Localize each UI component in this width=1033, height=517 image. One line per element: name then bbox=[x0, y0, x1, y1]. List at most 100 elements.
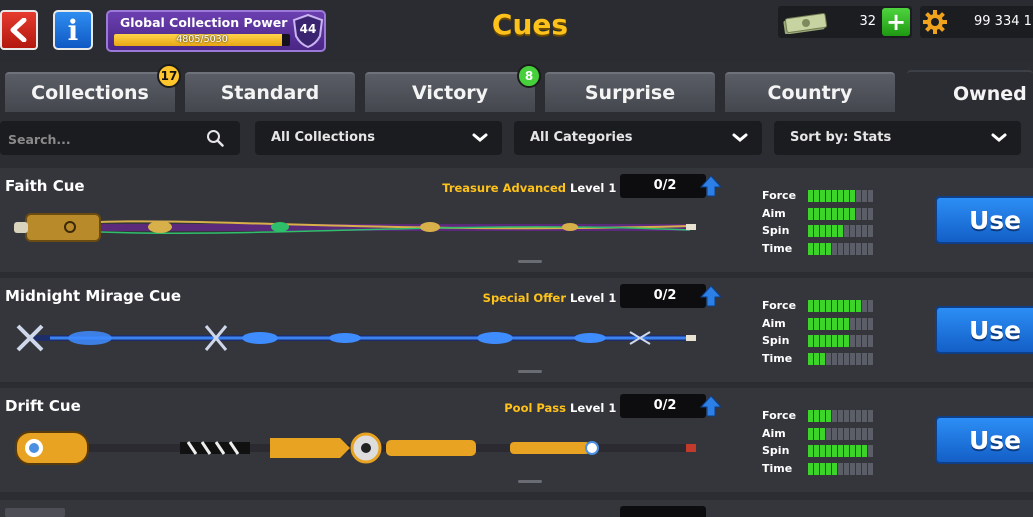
stat-segment bbox=[808, 352, 813, 365]
cue-image bbox=[15, 431, 696, 465]
stat-segment bbox=[856, 190, 861, 202]
stat-segment bbox=[826, 207, 831, 220]
stat-segment bbox=[808, 335, 813, 347]
use-button[interactable]: Use bbox=[935, 306, 1033, 354]
stat-time: Time bbox=[762, 461, 882, 479]
add-cash-button[interactable]: + bbox=[882, 8, 910, 36]
cue-row[interactable]: Drift Cue Pool Pass Level 1 0/2 Force Aim… bbox=[0, 388, 1033, 492]
upgrade-arrow-icon[interactable] bbox=[699, 284, 723, 308]
stat-bar bbox=[808, 462, 873, 475]
stat-segment bbox=[856, 242, 861, 255]
cue-name: Faith Cue bbox=[5, 177, 85, 195]
stat-segment bbox=[814, 410, 819, 422]
stat-segment bbox=[844, 242, 849, 255]
back-button[interactable] bbox=[0, 10, 38, 50]
cue-row[interactable]: Faith Cue Treasure Advanced Level 1 0/2 … bbox=[0, 168, 1033, 272]
stat-segment bbox=[814, 190, 819, 202]
stat-segment bbox=[868, 462, 873, 475]
stat-segment bbox=[820, 335, 825, 347]
stat-segment bbox=[856, 225, 861, 237]
list-item-partial bbox=[0, 500, 1033, 517]
stat-segment bbox=[862, 410, 867, 422]
stat-segment bbox=[814, 242, 819, 255]
stat-label: Time bbox=[762, 461, 793, 475]
upgrade-progress-value: 0/2 bbox=[653, 178, 677, 193]
stat-segment bbox=[844, 410, 849, 422]
stat-segment bbox=[862, 225, 867, 237]
stat-label: Aim bbox=[762, 426, 786, 440]
tab-surprise[interactable]: Surprise bbox=[545, 72, 715, 112]
upgrade-arrow-icon[interactable] bbox=[699, 174, 723, 198]
cue-image bbox=[16, 324, 696, 352]
collection-power-panel[interactable]: Global Collection Power 4805/5030 44 bbox=[106, 10, 326, 52]
search-icon[interactable] bbox=[206, 129, 224, 147]
coins-counter[interactable]: 99 334 1 bbox=[920, 6, 1033, 38]
tab-label: Standard bbox=[220, 82, 320, 104]
stat-bar bbox=[808, 317, 873, 330]
stat-segment bbox=[832, 300, 837, 312]
dropdown-value: All Categories bbox=[530, 130, 633, 145]
drag-handle bbox=[518, 480, 542, 483]
stat-label: Time bbox=[762, 351, 793, 365]
tab-victory[interactable]: Victory bbox=[365, 72, 535, 112]
use-button[interactable]: Use bbox=[935, 416, 1033, 464]
upgrade-arrow-icon[interactable] bbox=[699, 394, 723, 418]
info-button[interactable]: i bbox=[53, 10, 93, 50]
sort-dropdown[interactable]: Sort by: Stats bbox=[774, 121, 1021, 155]
stat-segment bbox=[826, 462, 831, 475]
use-button-label: Use bbox=[969, 205, 1022, 235]
filter-bar: All Collections All Categories Sort by: … bbox=[0, 116, 1033, 162]
search-input[interactable] bbox=[6, 126, 200, 152]
collections-dropdown[interactable]: All Collections bbox=[255, 121, 502, 155]
stat-segment bbox=[868, 335, 873, 347]
stat-segment bbox=[820, 207, 825, 220]
stat-segment bbox=[856, 427, 861, 440]
categories-dropdown[interactable]: All Categories bbox=[514, 121, 762, 155]
tab-owned[interactable]: Owned bbox=[907, 70, 1033, 116]
stat-segment bbox=[868, 410, 873, 422]
search-box bbox=[0, 121, 240, 155]
tab-collections[interactable]: Collections bbox=[5, 72, 175, 112]
cue-level: Level 1 bbox=[570, 291, 617, 305]
stat-segment bbox=[814, 207, 819, 220]
stat-label: Force bbox=[762, 189, 797, 202]
stat-segment bbox=[832, 317, 837, 330]
notification-badge: 17 bbox=[157, 64, 181, 88]
coins-amount: 99 334 1 bbox=[974, 14, 1032, 29]
stat-spin: Spin bbox=[762, 223, 882, 241]
stat-segment bbox=[856, 335, 861, 347]
cue-stats: Force Aim Spin Time bbox=[762, 188, 882, 258]
stat-segment bbox=[820, 317, 825, 330]
stat-segment bbox=[832, 225, 837, 237]
top-bar: i Global Collection Power 4805/5030 44 C… bbox=[0, 0, 1033, 62]
stat-segment bbox=[814, 300, 819, 312]
stat-segment bbox=[814, 445, 819, 457]
stat-segment bbox=[826, 427, 831, 440]
stat-segment bbox=[832, 445, 837, 457]
upgrade-progress: 0/2 bbox=[620, 394, 706, 418]
stat-label: Force bbox=[762, 409, 797, 422]
stat-segment bbox=[850, 225, 855, 237]
tab-standard[interactable]: Standard bbox=[185, 72, 355, 112]
stat-segment bbox=[856, 300, 861, 312]
stat-segment bbox=[832, 352, 837, 365]
collection-power-bar: 4805/5030 bbox=[114, 34, 290, 46]
stat-time: Time bbox=[762, 351, 882, 369]
stat-aim: Aim bbox=[762, 316, 882, 334]
stat-segment bbox=[826, 410, 831, 422]
tab-country[interactable]: Country bbox=[725, 72, 895, 112]
stat-segment bbox=[826, 335, 831, 347]
stat-bar bbox=[808, 242, 873, 255]
stat-label: Spin bbox=[762, 224, 790, 237]
use-button[interactable]: Use bbox=[935, 196, 1033, 244]
stat-segment bbox=[850, 242, 855, 255]
stat-segment bbox=[808, 445, 813, 457]
stat-segment bbox=[814, 462, 819, 475]
stat-force: Force bbox=[762, 298, 882, 316]
cash-counter[interactable]: 32 + bbox=[778, 6, 912, 38]
cue-row[interactable]: Midnight Mirage Cue Special Offer Level … bbox=[0, 278, 1033, 382]
stat-label: Aim bbox=[762, 316, 786, 330]
stat-segment bbox=[850, 300, 855, 312]
chevron-down-icon bbox=[732, 133, 748, 142]
stat-bar bbox=[808, 207, 873, 220]
